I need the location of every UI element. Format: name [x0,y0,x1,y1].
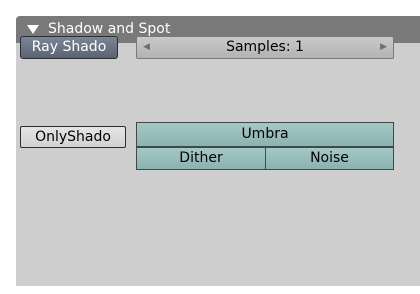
ray-shadow-toggle[interactable]: Ray Shado [20,36,118,59]
decrement-arrow-icon[interactable]: ◀ [143,37,150,58]
collapse-triangle-icon[interactable] [27,25,39,34]
increment-arrow-icon[interactable]: ▶ [380,37,387,58]
samples-label: Samples: 1 [226,39,304,55]
samples-number-field[interactable]: ◀ Samples: 1 ▶ [136,36,394,59]
only-shadow-toggle[interactable]: OnlyShado [20,126,126,148]
dither-button[interactable]: Dither [136,147,266,170]
noise-button[interactable]: Noise [265,147,394,170]
umbra-button[interactable]: Umbra [136,122,394,147]
